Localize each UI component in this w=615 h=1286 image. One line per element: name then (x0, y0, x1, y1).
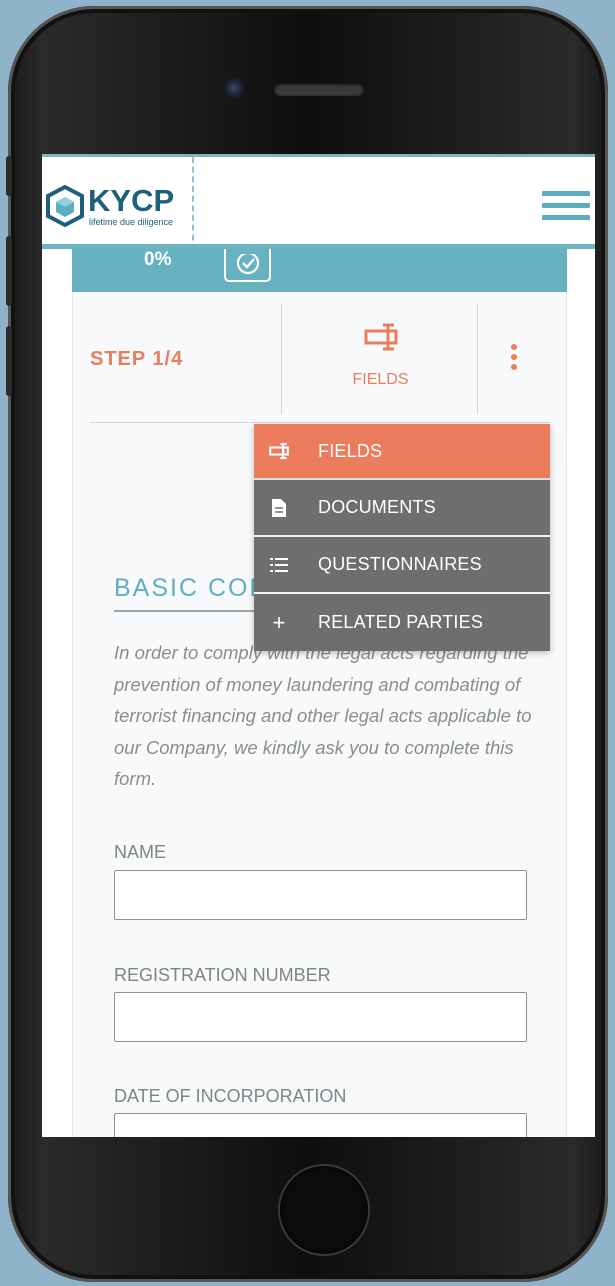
menu-item-label: RELATED PARTIES (318, 612, 484, 632)
menu-item-documents[interactable]: DOCUMENTS (254, 480, 550, 537)
intro-text: In order to comply with the legal acts r… (114, 642, 532, 789)
brand-tagline: lifetime due diligence (89, 217, 174, 227)
menu-item-fields[interactable]: FIELDS (254, 424, 550, 480)
section-title: BASIC COR (114, 574, 270, 602)
tab-divider (477, 304, 478, 414)
menu-item-label: FIELDS (318, 440, 383, 461)
volume-down-button (6, 326, 12, 396)
section-menu: FIELDS DOCUMENTS QUESTIONNAIRES + RELATE… (254, 424, 550, 651)
form-panel: STEP 1/4 FIELDS BASIC COR In order to co… (72, 292, 567, 1137)
registration-number-label: REGISTRATION NUMBER (114, 965, 331, 985)
mute-switch (6, 156, 12, 196)
menu-item-label: DOCUMENTS (318, 497, 436, 517)
progress-strip: 0% (72, 249, 567, 292)
tab-divider (281, 304, 282, 414)
registration-number-input[interactable] (114, 992, 527, 1042)
brand-name: KYCP (88, 183, 175, 218)
list-icon (254, 557, 304, 573)
volume-up-button (6, 236, 12, 306)
name-label: NAME (114, 842, 167, 862)
fields-icon (364, 323, 397, 351)
menu-item-related-parties[interactable]: + RELATED PARTIES (254, 594, 550, 651)
home-button[interactable] (280, 1166, 368, 1254)
tab-fields-label: FIELDS (352, 371, 409, 388)
more-options-icon[interactable] (508, 344, 520, 374)
date-of-incorporation-input[interactable] (114, 1113, 527, 1137)
tab-fields[interactable]: FIELDS (283, 322, 478, 392)
front-camera (224, 78, 246, 100)
kycp-logo[interactable]: KYCP lifetime due diligence (46, 183, 186, 229)
earpiece-speaker (274, 83, 364, 96)
step-indicator: STEP 1/4 (90, 348, 184, 370)
cube-logo-icon (46, 185, 84, 227)
plus-icon: + (272, 609, 286, 635)
hamburger-menu-icon[interactable] (542, 191, 590, 223)
section-underline (114, 610, 274, 612)
name-input[interactable] (114, 870, 527, 920)
date-of-incorporation-label: DATE OF INCORPORATION (114, 1086, 347, 1106)
header-divider (192, 157, 194, 250)
app-header: KYCP lifetime due diligence (42, 154, 595, 250)
fields-icon (254, 442, 304, 460)
progress-percent: 0% (144, 249, 172, 270)
app-screen: KYCP lifetime due diligence 0% STEP 1/4 (42, 154, 595, 1137)
menu-item-label: QUESTIONNAIRES (318, 554, 482, 574)
tab-rule (90, 422, 550, 423)
document-icon (254, 498, 304, 517)
checkmark-icon[interactable] (224, 249, 271, 282)
menu-item-questionnaires[interactable]: QUESTIONNAIRES (254, 537, 550, 594)
